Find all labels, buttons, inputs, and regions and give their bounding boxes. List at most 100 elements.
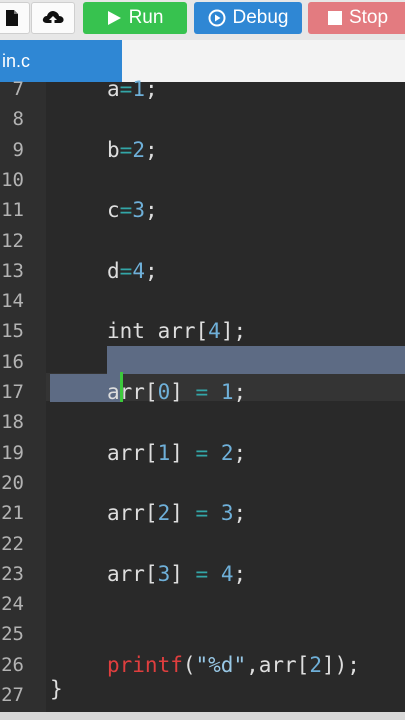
code-token: b bbox=[107, 137, 120, 162]
line-number: 24 bbox=[1, 593, 24, 616]
line-number: 16 bbox=[1, 350, 24, 373]
code-token: ; bbox=[233, 561, 247, 586]
code-token: 1 bbox=[132, 77, 145, 101]
code-token: ]); bbox=[321, 652, 360, 677]
line-number: 22 bbox=[1, 532, 24, 555]
code-token: int arr[ bbox=[107, 319, 209, 344]
code-token: 2 bbox=[309, 652, 322, 677]
code-token: ] bbox=[170, 440, 196, 465]
code-token: = bbox=[195, 380, 209, 404]
code-token: a bbox=[107, 77, 120, 101]
toolbar: Run Debug Stop bbox=[0, 0, 405, 40]
code-editor[interactable]: 7 a=1; 8 9 b=2; 10 11 c=3; 12 13 d=4; 14 15 int arr[4… bbox=[0, 77, 405, 712]
code-token: 1 bbox=[220, 380, 234, 404]
selection-highlight bbox=[107, 346, 405, 374]
stop-label: Stop bbox=[348, 7, 389, 28]
line-number: 9 bbox=[12, 138, 24, 161]
line-number: 10 bbox=[1, 168, 24, 191]
code-token: 3 bbox=[157, 561, 171, 586]
code-token: ] bbox=[170, 501, 196, 526]
stop-button[interactable]: Stop bbox=[308, 2, 405, 34]
line-number: 12 bbox=[1, 229, 24, 252]
code-token: ]; bbox=[220, 319, 247, 344]
code-line: a=1; bbox=[107, 74, 158, 104]
code-token: d bbox=[107, 258, 120, 283]
code-token: c bbox=[107, 198, 120, 223]
line-number: 13 bbox=[1, 259, 24, 282]
code-line: int arr[4]; bbox=[107, 316, 246, 346]
code-token: = bbox=[119, 77, 133, 101]
code-token: ; bbox=[233, 501, 247, 526]
tab-label: in.c bbox=[2, 51, 31, 71]
code-token: = bbox=[119, 137, 133, 162]
bottom-bar bbox=[0, 712, 405, 720]
line-number: 15 bbox=[1, 320, 24, 343]
code-token: = bbox=[119, 258, 133, 283]
line-number: 20 bbox=[1, 471, 24, 494]
code-token: = bbox=[195, 440, 209, 465]
code-token: 2 bbox=[157, 501, 171, 526]
line-number: 7 bbox=[12, 78, 24, 100]
code-line: c=3; bbox=[107, 195, 158, 225]
code-token: ; bbox=[144, 198, 158, 223]
code-token: ; bbox=[144, 137, 158, 162]
line-number: 23 bbox=[1, 562, 24, 585]
code-token: 4 bbox=[132, 258, 145, 283]
tab-bar: in.c bbox=[0, 40, 405, 82]
code-token: 3 bbox=[220, 501, 234, 526]
code-line: arr[1] = 2; bbox=[107, 438, 246, 468]
file-icon bbox=[5, 9, 19, 27]
code-token: 3 bbox=[132, 198, 145, 223]
code-token: ; bbox=[233, 380, 247, 404]
code-token: ; bbox=[233, 440, 247, 465]
code-line: arr[3] = 4; bbox=[107, 559, 246, 589]
line-number: 21 bbox=[1, 502, 24, 525]
code-token: = bbox=[195, 561, 209, 586]
code-line: d=4; bbox=[107, 256, 158, 286]
file-button[interactable] bbox=[0, 2, 30, 34]
line-number: 8 bbox=[12, 108, 24, 131]
code-token: arr[ bbox=[107, 561, 158, 586]
code-token: arr[ bbox=[107, 501, 158, 526]
code-token: ; bbox=[144, 77, 158, 101]
line-number: 18 bbox=[1, 411, 24, 434]
code-token: 4 bbox=[208, 319, 221, 344]
code-token: ] bbox=[170, 561, 196, 586]
code-token: ( bbox=[182, 652, 196, 677]
debug-icon bbox=[208, 9, 226, 27]
line-number: 26 bbox=[1, 653, 24, 676]
code-line: b=2; bbox=[107, 135, 158, 165]
code-token: ] bbox=[170, 380, 196, 404]
code-line: printf("%d",arr[2]); bbox=[107, 650, 360, 680]
debug-button[interactable]: Debug bbox=[194, 2, 302, 34]
code-token: 0 bbox=[157, 380, 171, 404]
code-token: ,arr[ bbox=[246, 652, 310, 677]
run-label: Run bbox=[128, 7, 164, 28]
code-token: ; bbox=[144, 258, 158, 283]
line-number: 27 bbox=[1, 684, 24, 706]
code-token: 4 bbox=[220, 561, 234, 586]
line-number: 11 bbox=[1, 199, 24, 222]
code-token: "%d" bbox=[195, 652, 247, 677]
debug-label: Debug bbox=[232, 7, 289, 28]
closing-brace: } bbox=[50, 677, 63, 701]
line-number: 25 bbox=[1, 623, 24, 646]
text-caret bbox=[120, 372, 123, 402]
line-number: 19 bbox=[1, 441, 24, 464]
upload-icon bbox=[41, 8, 65, 28]
code-token: 2 bbox=[132, 137, 145, 162]
code-token: 1 bbox=[157, 440, 171, 465]
line-number: 17 bbox=[1, 381, 24, 403]
upload-button[interactable] bbox=[31, 2, 75, 34]
code-token: = bbox=[119, 198, 133, 223]
stop-icon bbox=[327, 11, 342, 25]
run-button[interactable]: Run bbox=[83, 2, 187, 34]
code-token: printf bbox=[107, 652, 183, 677]
code-token: 2 bbox=[220, 440, 234, 465]
code-token: arr[ bbox=[107, 440, 158, 465]
play-icon bbox=[107, 10, 122, 26]
